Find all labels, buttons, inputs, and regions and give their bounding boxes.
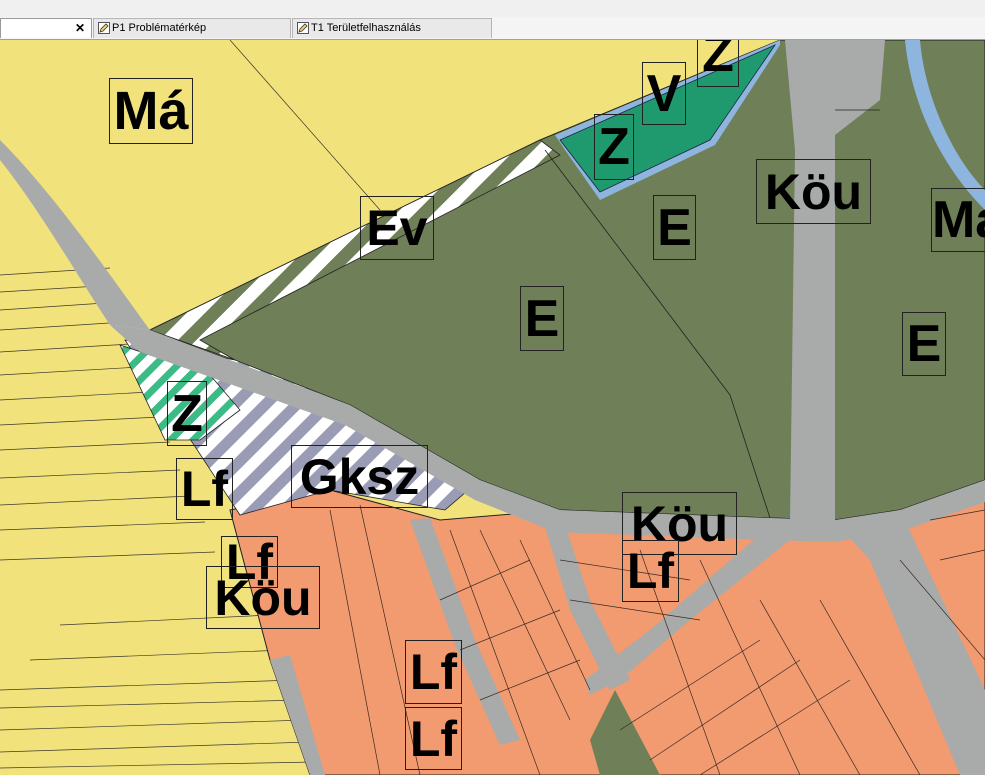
zone-label-z-top: Z <box>697 40 739 87</box>
zone-label-kou: Köu <box>756 159 871 224</box>
tab-p1-problematerkep[interactable]: P1 Problématérkép <box>93 18 291 38</box>
zone-label-lf: Lf <box>405 707 462 770</box>
zone-label-lf: Lf <box>176 458 233 520</box>
zone-label-e: E <box>902 312 946 376</box>
zone-label-gksz: Gksz <box>291 445 428 508</box>
zone-label-ma-right: Má <box>931 188 985 252</box>
close-icon[interactable]: ✕ <box>75 19 85 38</box>
zone-label-ma: Má <box>109 78 193 144</box>
zone-label-e: E <box>653 195 696 260</box>
tab-label: T1 Területfelhasználás <box>311 22 421 34</box>
zone-label-ev: Ev <box>360 196 434 260</box>
map-canvas[interactable]: Má Ev V Z Z E E E Köu Má Z Lf Gksz Lf Kö… <box>0 40 985 775</box>
window-top-strip <box>0 0 985 18</box>
zone-label-lf: Lf <box>622 540 679 602</box>
zone-label-e: E <box>520 286 564 351</box>
pencil-icon <box>98 22 110 34</box>
zone-label-v: V <box>642 62 686 125</box>
tab-bar: ✕ P1 Problématérkép T1 Területfelhasznál… <box>0 17 985 40</box>
tab-label: P1 Problématérkép <box>112 22 207 34</box>
pencil-icon <box>297 22 309 34</box>
zone-label-kou: Köu <box>206 566 320 629</box>
tab-active[interactable]: ✕ <box>0 18 92 38</box>
zone-label-z-park: Z <box>594 114 634 180</box>
zone-label-z: Z <box>167 381 207 446</box>
tab-t1-teruletfelhasznalas[interactable]: T1 Területfelhasználás <box>292 18 492 38</box>
map-drawing <box>0 40 985 775</box>
zone-label-lf: Lf <box>405 640 462 704</box>
